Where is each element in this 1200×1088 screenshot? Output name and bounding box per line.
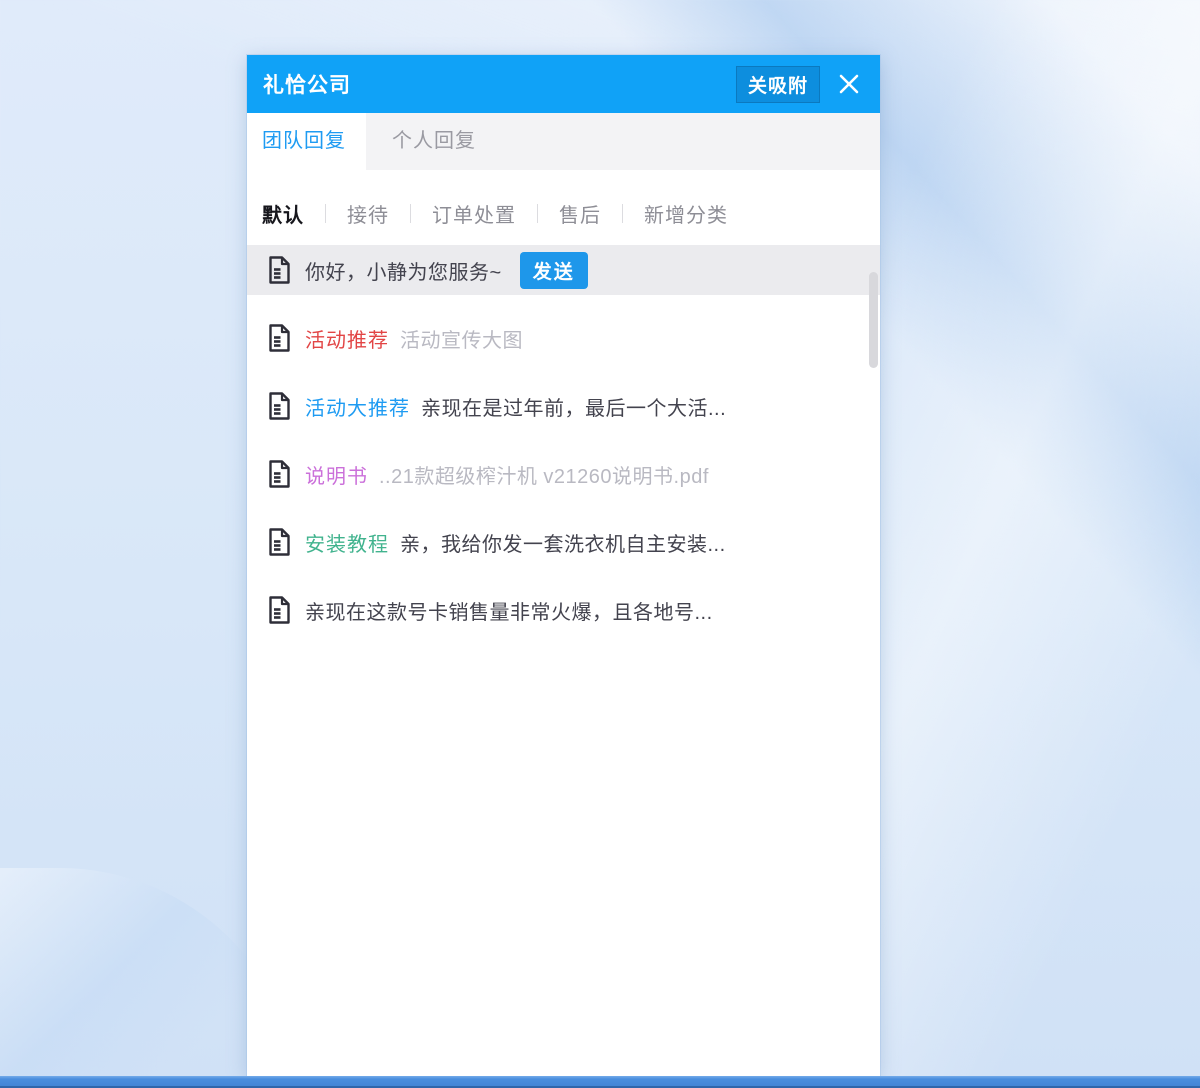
document-icon — [268, 596, 291, 624]
reply-tag: 活动推荐 — [305, 324, 389, 353]
reply-tag: 活动大推荐 — [305, 392, 410, 421]
quick-reply-panel: 礼恰公司 关吸附 团队回复个人回复 默认接待订单处置售后新增分类 — [247, 55, 880, 1076]
category-bar: 默认接待订单处置售后新增分类 — [247, 191, 880, 235]
scrollbar-thumb[interactable] — [869, 272, 878, 368]
category-item-4[interactable]: 新增分类 — [623, 199, 749, 228]
close-icon — [838, 73, 860, 95]
category-item-2[interactable]: 订单处置 — [411, 199, 537, 228]
reply-row-5[interactable]: 亲现在这款号卡销售量非常火爆，且各地号... — [247, 585, 880, 635]
document-icon — [268, 528, 291, 556]
category-item-1[interactable]: 接待 — [326, 199, 410, 228]
reply-tag: 说明书 — [305, 460, 368, 489]
reply-row-2[interactable]: 活动大推荐 亲现在是过年前，最后一个大活... — [247, 381, 880, 431]
document-icon — [268, 256, 291, 284]
reply-tabstrip: 团队回复个人回复 — [247, 113, 880, 170]
document-icon — [268, 460, 291, 488]
document-icon — [268, 392, 291, 420]
reply-row-1[interactable]: 活动推荐 活动宣传大图 — [247, 313, 880, 363]
send-button[interactable]: 发送 — [520, 252, 588, 289]
close-button[interactable] — [834, 69, 864, 99]
reply-text: 亲现在这款号卡销售量非常火爆，且各地号... — [305, 596, 713, 625]
reply-row-3[interactable]: 说明书 ..21款超级榨汁机 v21260说明书.pdf — [247, 449, 880, 499]
category-item-0[interactable]: 默认 — [262, 199, 325, 228]
document-icon — [268, 324, 291, 352]
tab-personal-reply[interactable]: 个人回复 — [366, 113, 502, 170]
reply-text: 亲现在是过年前，最后一个大活... — [421, 392, 726, 421]
toggle-dock-button[interactable]: 关吸附 — [736, 66, 820, 103]
panel-header: 礼恰公司 关吸附 — [247, 55, 880, 113]
reply-tag: 安装教程 — [305, 528, 389, 557]
reply-text: ..21款超级榨汁机 v21260说明书.pdf — [379, 460, 709, 489]
category-item-3[interactable]: 售后 — [538, 199, 622, 228]
reply-row-4[interactable]: 安装教程 亲，我给你发一套洗衣机自主安装... — [247, 517, 880, 567]
reply-text: 亲，我给你发一套洗衣机自主安装... — [400, 528, 726, 557]
tab-team-reply[interactable]: 团队回复 — [247, 113, 366, 170]
taskbar-edge — [0, 1076, 1200, 1088]
tabstrip-filler — [502, 113, 880, 170]
reply-row-0[interactable]: 你好，小静为您服务~ 发送 — [247, 245, 880, 295]
window-title: 礼恰公司 — [263, 69, 351, 99]
reply-text: 活动宣传大图 — [400, 324, 523, 353]
reply-text: 你好，小静为您服务~ — [305, 256, 502, 285]
reply-list: 你好，小静为您服务~ 发送 活动推荐 活动宣传大图 活动大推荐 — [247, 245, 880, 1076]
